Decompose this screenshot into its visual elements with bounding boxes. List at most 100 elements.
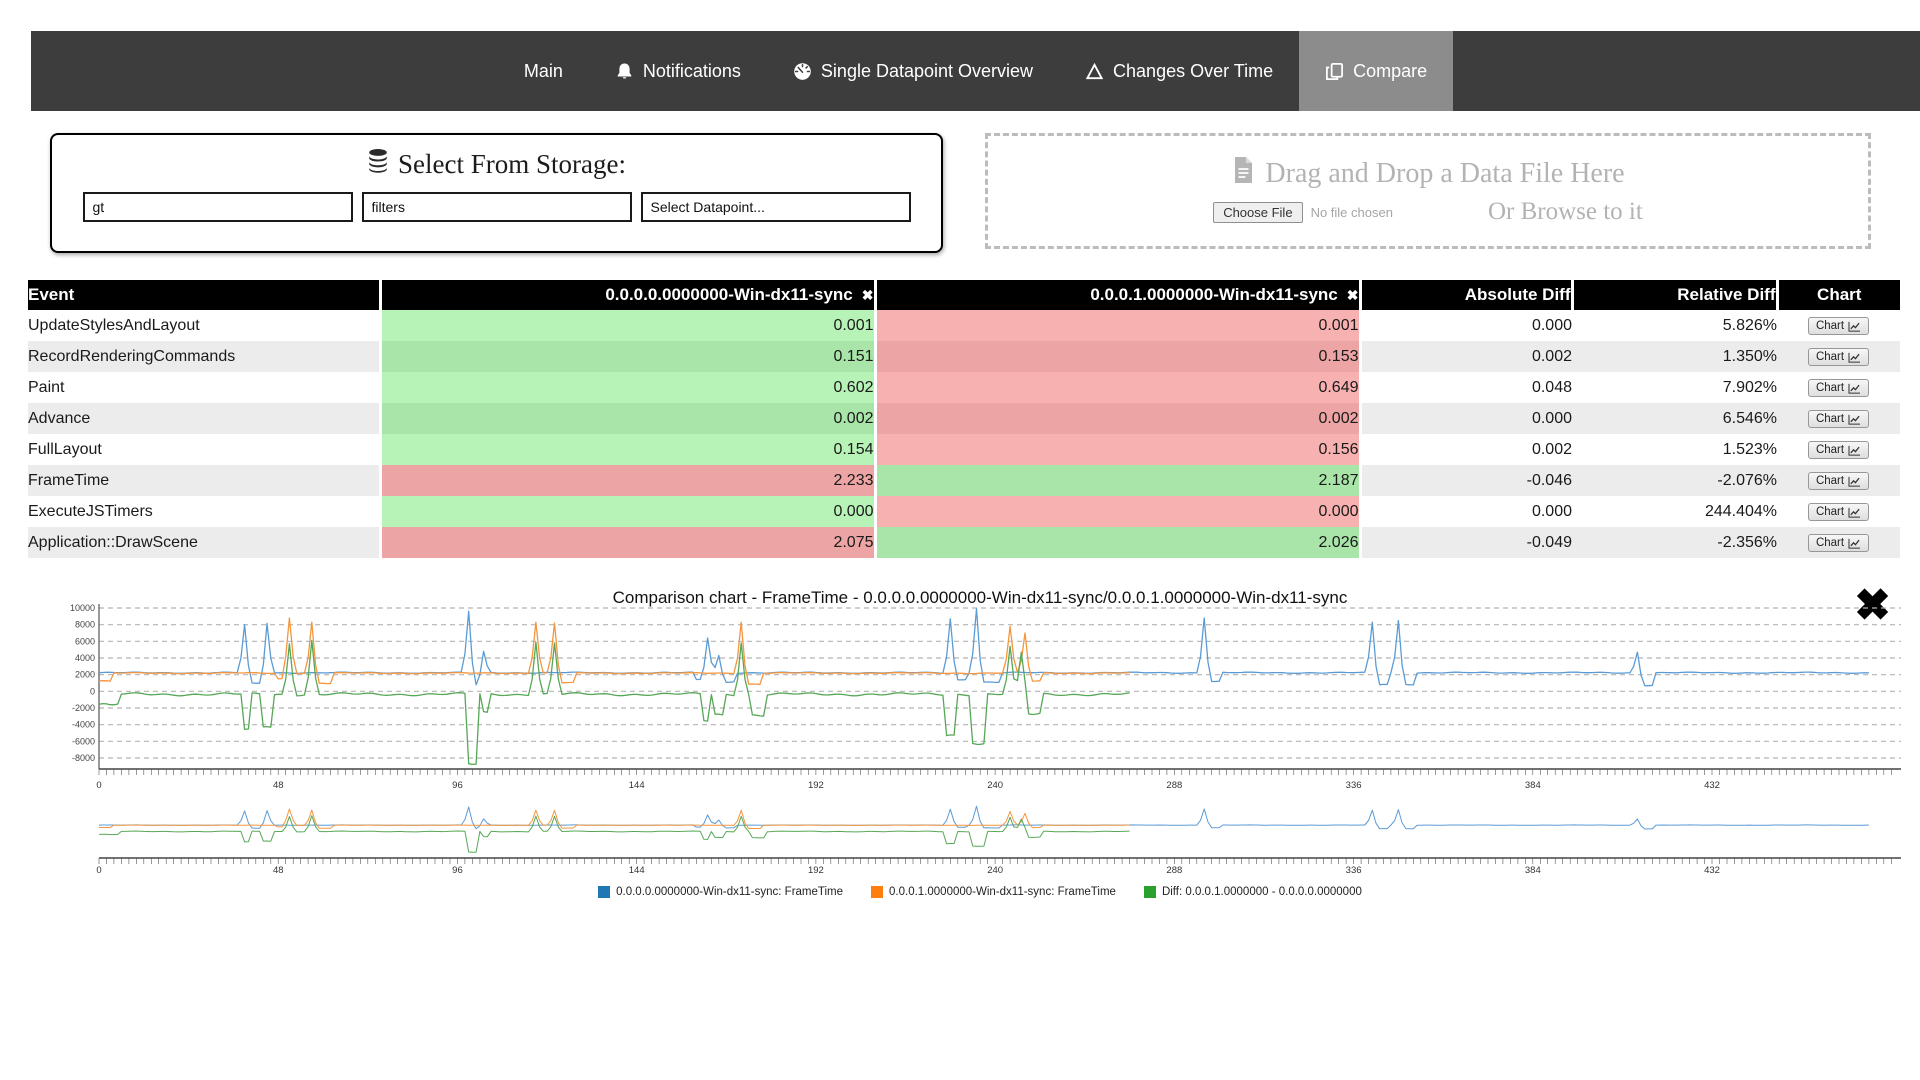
- chart-button[interactable]: Chart: [1808, 472, 1869, 490]
- main-chart-plot: 1000080006000400020000-2000-4000-6000-80…: [55, 602, 1905, 797]
- select-from-storage-panel: Select From Storage:: [50, 133, 943, 253]
- chart-button-label: Chart: [1816, 382, 1844, 394]
- nav-item-single-datapoint-overview[interactable]: Single Datapoint Overview: [767, 31, 1059, 111]
- event-name-cell: FrameTime: [28, 465, 380, 496]
- relative-diff-cell: 244.404%: [1572, 496, 1777, 527]
- select-datapoint-input[interactable]: [641, 192, 911, 222]
- relative-diff-cell: 1.350%: [1572, 341, 1777, 372]
- svg-text:-2000: -2000: [72, 703, 95, 713]
- svg-text:2000: 2000: [75, 670, 95, 680]
- table-row: ExecuteJSTimers0.0000.0000.000244.404%Ch…: [28, 496, 1900, 527]
- dropzone-title-text: Drag and Drop a Data File Here: [1265, 158, 1624, 190]
- svg-text:384: 384: [1525, 780, 1541, 791]
- svg-text:336: 336: [1346, 865, 1362, 876]
- col-header-relative-diff: Relative Diff: [1572, 280, 1777, 310]
- table-row: RecordRenderingCommands0.1510.1530.0021.…: [28, 341, 1900, 372]
- legend-item: Diff: 0.0.0.1.0000000 - 0.0.0.0.0000000: [1144, 886, 1362, 898]
- svg-text:96: 96: [452, 780, 463, 791]
- svg-text:6000: 6000: [75, 636, 95, 646]
- nav-item-compare[interactable]: Compare: [1299, 31, 1453, 111]
- event-name-cell: RecordRenderingCommands: [28, 341, 380, 372]
- chart-button-cell: Chart: [1777, 496, 1900, 527]
- chart-button[interactable]: Chart: [1808, 441, 1869, 459]
- relative-diff-cell: 7.902%: [1572, 372, 1777, 403]
- svg-text:432: 432: [1704, 865, 1720, 876]
- chart-button-label: Chart: [1816, 444, 1844, 456]
- storage-panel-title-text: Select From Storage:: [398, 149, 626, 180]
- remove-build1-icon[interactable]: ✖: [862, 287, 874, 303]
- nav-item-notifications[interactable]: Notifications: [589, 31, 767, 111]
- svg-text:144: 144: [629, 865, 645, 876]
- svg-text:8000: 8000: [75, 620, 95, 630]
- svg-text:384: 384: [1525, 865, 1541, 876]
- bell-icon: [615, 62, 634, 81]
- top-navbar: Main Notifications Single Datapoint Overvi…: [31, 31, 1920, 111]
- file-icon: [1231, 156, 1255, 192]
- build1-name: 0.0.0.0.0000000-Win-dx11-sync: [605, 285, 852, 304]
- remove-build2-icon[interactable]: ✖: [1347, 287, 1359, 303]
- col-header-build2: 0.0.0.1.0000000-Win-dx11-sync ✖: [875, 280, 1360, 310]
- choose-file-button[interactable]: Choose File: [1213, 202, 1302, 223]
- svg-text:288: 288: [1166, 865, 1182, 876]
- svg-text:10000: 10000: [70, 603, 95, 613]
- legend-label: 0.0.0.0.0000000-Win-dx11-sync: FrameTime: [616, 886, 843, 898]
- chart-button[interactable]: Chart: [1808, 348, 1869, 366]
- legend-item: 0.0.0.1.0000000-Win-dx11-sync: FrameTime: [871, 886, 1116, 898]
- chart-button[interactable]: Chart: [1808, 379, 1869, 397]
- chart-button-label: Chart: [1816, 413, 1844, 425]
- nav-item-label: Single Datapoint Overview: [821, 61, 1033, 82]
- legend-label: 0.0.0.1.0000000-Win-dx11-sync: FrameTime: [889, 886, 1116, 898]
- chart-button-cell: Chart: [1777, 403, 1900, 434]
- svg-text:432: 432: [1704, 780, 1720, 791]
- chart-button-cell: Chart: [1777, 434, 1900, 465]
- chart-button-label: Chart: [1816, 475, 1844, 487]
- legend-label: Diff: 0.0.0.1.0000000 - 0.0.0.0.0000000: [1162, 886, 1362, 898]
- filters-input[interactable]: [362, 192, 632, 222]
- chart-button[interactable]: Chart: [1808, 410, 1869, 428]
- chart-button[interactable]: Chart: [1808, 317, 1869, 335]
- no-file-chosen-label: No file chosen: [1311, 205, 1393, 220]
- event-name-cell: Advance: [28, 403, 380, 434]
- file-dropzone[interactable]: Drag and Drop a Data File Here Choose Fi…: [985, 133, 1871, 249]
- test-name-input[interactable]: [83, 192, 353, 222]
- chart-button-cell: Chart: [1777, 341, 1900, 372]
- svg-text:336: 336: [1346, 780, 1362, 791]
- build2-value-cell: 0.156: [875, 434, 1360, 465]
- legend-swatch: [598, 886, 610, 898]
- chart-button-cell: Chart: [1777, 310, 1900, 341]
- overview-chart-plot[interactable]: 04896144192240288336384432: [55, 805, 1905, 880]
- nav-item-main[interactable]: Main: [498, 31, 589, 111]
- absolute-diff-cell: 0.000: [1360, 403, 1572, 434]
- build1-value-cell: 0.154: [380, 434, 875, 465]
- build2-value-cell: 0.002: [875, 403, 1360, 434]
- build1-value-cell: 2.233: [380, 465, 875, 496]
- nav-item-label: Notifications: [643, 61, 741, 82]
- svg-text:4000: 4000: [75, 653, 95, 663]
- svg-text:288: 288: [1166, 780, 1182, 791]
- legend-item: 0.0.0.0.0000000-Win-dx11-sync: FrameTime: [598, 886, 843, 898]
- chart-button[interactable]: Chart: [1808, 534, 1869, 552]
- col-header-absolute-diff: Absolute Diff: [1360, 280, 1572, 310]
- build2-name: 0.0.0.1.0000000-Win-dx11-sync: [1090, 285, 1337, 304]
- absolute-diff-cell: -0.046: [1360, 465, 1572, 496]
- chart-legend: 0.0.0.0.0000000-Win-dx11-sync: FrameTime…: [55, 886, 1905, 898]
- compare-icon: [1325, 62, 1344, 81]
- chart-button-label: Chart: [1816, 351, 1844, 363]
- chart-button[interactable]: Chart: [1808, 503, 1869, 521]
- table-row: Advance0.0020.0020.0006.546%Chart: [28, 403, 1900, 434]
- chart-button-cell: Chart: [1777, 372, 1900, 403]
- build1-value-cell: 0.000: [380, 496, 875, 527]
- svg-text:192: 192: [808, 865, 824, 876]
- nav-item-changes-over-time[interactable]: Changes Over Time: [1059, 31, 1299, 111]
- chart-button-label: Chart: [1816, 506, 1844, 518]
- build1-value-cell: 2.075: [380, 527, 875, 558]
- build2-value-cell: 0.649: [875, 372, 1360, 403]
- dropzone-file-row: Choose File No file chosen Or Browse to …: [1213, 198, 1643, 226]
- nav-item-label: Compare: [1353, 61, 1427, 82]
- table-row: FullLayout0.1540.1560.0021.523%Chart: [28, 434, 1900, 465]
- build1-value-cell: 0.602: [380, 372, 875, 403]
- browse-label: Or Browse to it: [1488, 198, 1643, 226]
- build1-value-cell: 0.151: [380, 341, 875, 372]
- table-row: UpdateStylesAndLayout0.0010.0010.0005.82…: [28, 310, 1900, 341]
- absolute-diff-cell: -0.049: [1360, 527, 1572, 558]
